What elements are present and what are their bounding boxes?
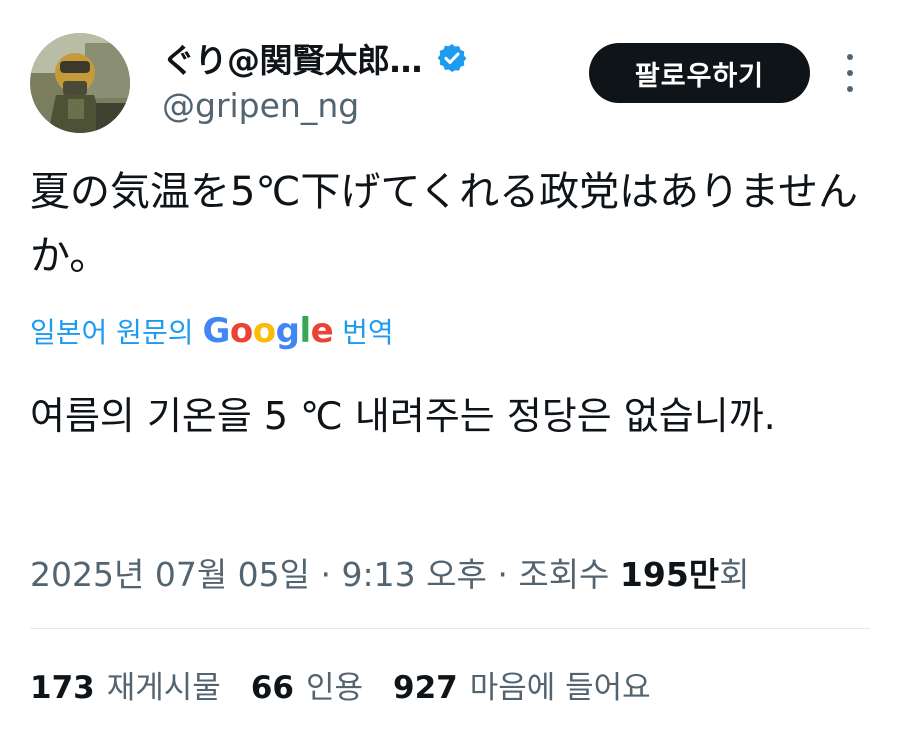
- follow-button[interactable]: 팔로우하기: [589, 43, 810, 103]
- views-suffix: 회: [719, 555, 750, 594]
- author-display-name[interactable]: ぐり@関賢太郎…: [162, 34, 423, 82]
- more-dot: [847, 54, 853, 60]
- avatar-pilot-photo: [30, 33, 130, 133]
- tweet-meta: 2025년 07월 05일 · 9:13 오후 · 조회수 195만회: [30, 548, 750, 596]
- tweet-date[interactable]: 2025년 07월 05일: [30, 555, 310, 594]
- translate-suffix: 번역: [342, 316, 394, 349]
- google-logo: Google: [202, 311, 334, 351]
- meta-separator: ·: [486, 555, 519, 594]
- author-handle[interactable]: @gripen_ng: [162, 86, 359, 125]
- likes-label: 마음에 들어요: [469, 670, 651, 706]
- reposts-label: 재게시물: [106, 670, 221, 706]
- engagement-stats: 173 재게시물 66 인용 927 마음에 들어요: [30, 662, 681, 707]
- reposts-stat[interactable]: 173 재게시물: [30, 662, 221, 707]
- meta-separator: ·: [310, 555, 342, 594]
- author-name-row[interactable]: ぐり@関賢太郎…: [162, 34, 468, 82]
- likes-stat[interactable]: 927 마음에 들어요: [393, 662, 651, 707]
- likes-count: 927: [393, 670, 458, 706]
- reposts-count: 173: [30, 670, 95, 706]
- translate-link[interactable]: 일본어 원문의 Google 번역: [30, 311, 394, 351]
- verified-badge-icon[interactable]: [436, 42, 468, 74]
- more-vertical-icon[interactable]: [838, 54, 862, 92]
- divider: [30, 628, 870, 629]
- tweet-time[interactable]: 9:13 오후: [342, 555, 487, 594]
- quotes-label: 인용: [305, 670, 363, 706]
- quotes-count: 66: [250, 670, 294, 706]
- translated-text: 여름의 기온을 5 ℃ 내려주는 정당은 없습니까.: [30, 394, 776, 438]
- more-dot: [847, 86, 853, 92]
- tweet-text: 夏の気温を5℃下げてくれる政党はありませんか。: [30, 169, 858, 279]
- more-dot: [847, 70, 853, 76]
- views-label: 조회수: [518, 555, 610, 594]
- quotes-stat[interactable]: 66 인용: [251, 662, 363, 707]
- avatar[interactable]: [30, 33, 130, 133]
- translate-prefix: 일본어 원문의: [30, 316, 194, 349]
- views-count: 195만: [619, 555, 720, 594]
